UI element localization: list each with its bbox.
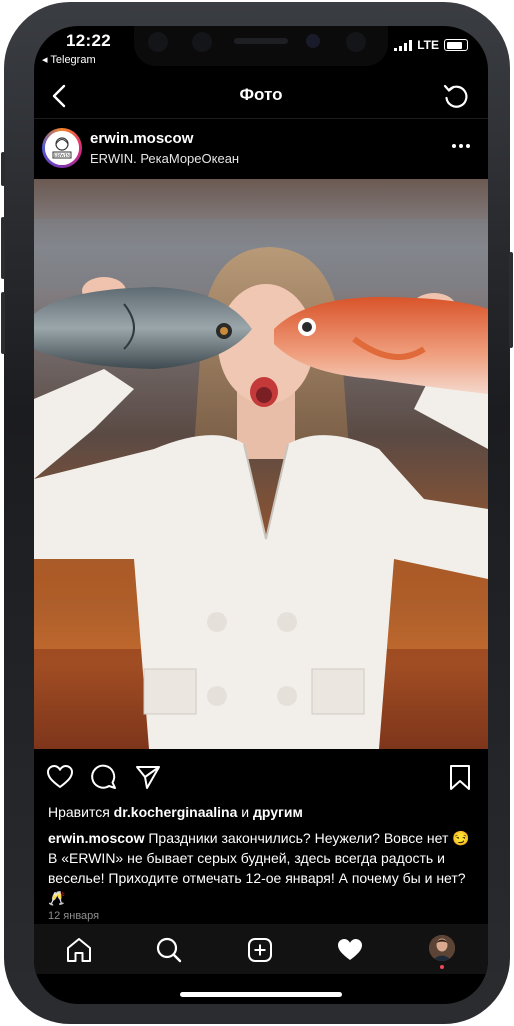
search-icon[interactable]	[155, 936, 183, 964]
battery-icon	[444, 39, 468, 51]
post-photo[interactable]	[34, 179, 488, 749]
phone-screen: 12:22 ◂ Telegram LTE Фото ERWIN erwin.mo…	[34, 26, 488, 1004]
network-label: LTE	[417, 38, 439, 52]
page-title: Фото	[239, 85, 283, 104]
paper-plane-icon[interactable]	[134, 763, 162, 791]
notch	[134, 26, 388, 66]
heart-filled-icon[interactable]	[336, 936, 364, 964]
sensor-dot	[346, 32, 366, 52]
post-caption: erwin.moscow Праздники закончились? Неуж…	[48, 828, 474, 908]
post-location[interactable]: ERWIN. РекаМореОкеан	[90, 151, 239, 166]
navigation-bar: Фото	[34, 74, 488, 118]
home-indicator[interactable]	[180, 992, 342, 997]
likes-middle: и	[241, 804, 250, 820]
avatar: ERWIN	[45, 131, 79, 165]
mute-switch	[1, 152, 5, 186]
likes-others-link[interactable]: другим	[253, 804, 303, 820]
caption-username[interactable]: erwin.moscow	[48, 830, 144, 846]
post-actions	[34, 759, 488, 795]
svg-text:ERWIN: ERWIN	[54, 154, 70, 159]
comment-icon[interactable]	[90, 763, 118, 791]
profile-avatar-ring[interactable]: ERWIN	[42, 128, 82, 168]
phone-frame: 12:22 ◂ Telegram LTE Фото ERWIN erwin.mo…	[1, 2, 513, 1024]
likes-prefix: Нравится	[48, 804, 110, 820]
status-time: 12:22	[66, 31, 111, 50]
photo-image	[34, 179, 488, 749]
erwin-logo-icon: ERWIN	[45, 131, 79, 165]
notification-dot	[440, 965, 444, 969]
profile-avatar[interactable]	[429, 935, 455, 961]
power-button	[509, 252, 513, 348]
status-indicators: LTE	[394, 38, 468, 52]
refresh-icon[interactable]	[442, 82, 470, 110]
post-header: ERWIN erwin.moscow ERWIN. РекаМореОкеан	[34, 126, 488, 176]
likes-text: Нравится dr.kocherginaalina и другим	[48, 804, 303, 820]
bottom-tab-bar	[34, 924, 488, 974]
nav-divider	[34, 118, 488, 119]
sensor-dot	[192, 32, 212, 52]
likes-user-link[interactable]: dr.kocherginaalina	[114, 804, 238, 820]
more-dots-icon[interactable]	[450, 140, 472, 152]
add-icon[interactable]	[246, 936, 274, 964]
signal-icon	[394, 39, 413, 51]
volume-down-button	[1, 292, 5, 354]
volume-up-button	[1, 217, 5, 279]
post-username[interactable]: erwin.moscow	[90, 130, 193, 147]
home-icon[interactable]	[65, 936, 93, 964]
speaker-grille	[234, 38, 288, 44]
bookmark-icon[interactable]	[446, 763, 474, 791]
sensor-dot	[148, 32, 168, 52]
profile-photo	[429, 935, 455, 961]
back-to-telegram-link[interactable]: ◂ Telegram	[42, 53, 96, 66]
front-camera	[306, 34, 320, 48]
post-date: 12 января	[48, 910, 100, 922]
heart-outline-icon[interactable]	[46, 763, 74, 791]
